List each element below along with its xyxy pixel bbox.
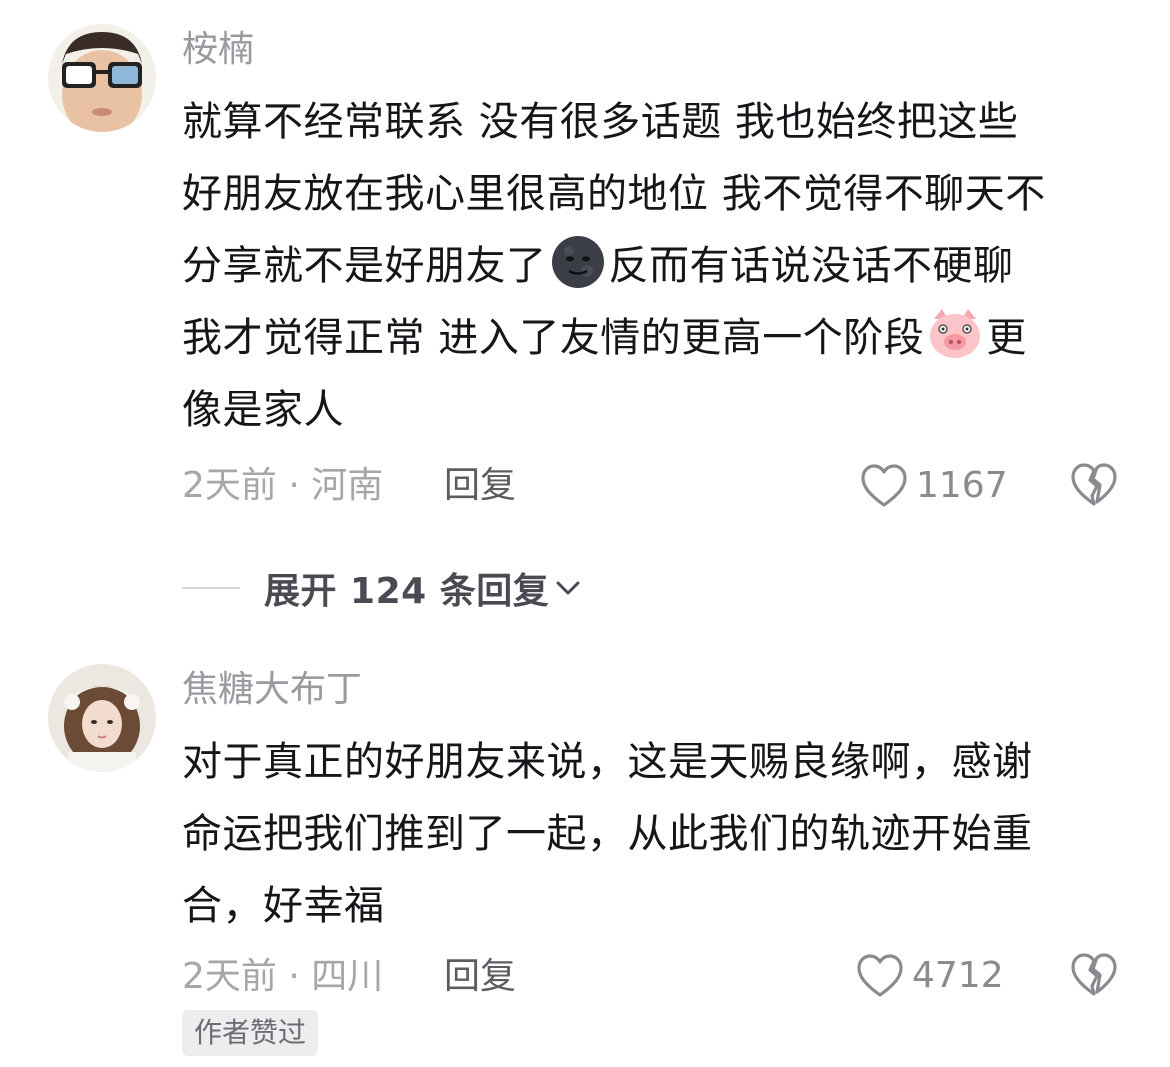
dislike-broken-heart-icon[interactable] [1070,462,1118,508]
avatar[interactable] [48,664,156,772]
comment-text: 对于真正的好朋友来说，这是天赐良缘啊，感谢 命运把我们推到了一起，从此我们的轨迹… [182,726,1132,942]
comment-line: 像是家人 [182,387,344,433]
heart-icon [857,954,903,997]
heart-icon [861,464,907,507]
like-button[interactable]: 1167 [860,462,1008,510]
separator: · [288,465,300,506]
comment-meta: 2天前 · 四川 回复 [182,953,516,1001]
avatar[interactable] [48,24,156,132]
comment-text: 就算不经常联系 没有很多话题 我也始终把这些 好朋友放在我心里很高的地位 我不觉… [182,86,1132,446]
dislike-broken-heart-icon[interactable] [1070,952,1118,998]
like-count: 4712 [912,955,1004,996]
comment-time: 2天前 [182,956,277,997]
reply-button[interactable]: 回复 [444,953,516,1001]
comment-line: 分享就不是好朋友了 [182,243,547,289]
comment-line: 我才觉得正常 进入了友情的更高一个阶段 [182,315,925,361]
author-liked-badge: 作者赞过 [182,1010,319,1056]
like-button[interactable]: 4712 [856,952,1004,1000]
comment-line: 命运把我们推到了一起，从此我们的轨迹开始重 [182,811,1033,857]
comment-line: 合，好幸福 [182,883,385,929]
username[interactable]: 桉楠 [182,26,254,74]
separator: · [288,956,300,997]
divider [182,587,240,589]
comment-line: 对于真正的好朋友来说，这是天赐良缘啊，感谢 [182,739,1033,785]
comment-location: 四川 [311,956,384,997]
expand-replies-label: 展开 124 条回复 [264,571,550,612]
comment-line: 更 [986,315,1027,361]
chevron-down-icon [556,581,580,595]
comment-time: 2天前 [182,465,277,506]
comment-line: 反而有话说没话不硬聊 [608,243,1014,289]
comment-location: 河南 [311,465,384,506]
comment-meta: 2天前 · 河南 回复 [182,462,516,510]
reply-button[interactable]: 回复 [444,462,516,510]
like-count: 1167 [916,465,1008,506]
expand-replies-button[interactable]: 展开 124 条回复 [182,562,583,614]
moon-face-emoji [551,236,604,288]
comment-line: 好朋友放在我心里很高的地位 我不觉得不聊天不 [182,171,1046,217]
comment-line: 就算不经常联系 没有很多话题 我也始终把这些 [182,99,1019,145]
pig-face-emoji [930,309,981,358]
username[interactable]: 焦糖大布丁 [182,666,362,714]
